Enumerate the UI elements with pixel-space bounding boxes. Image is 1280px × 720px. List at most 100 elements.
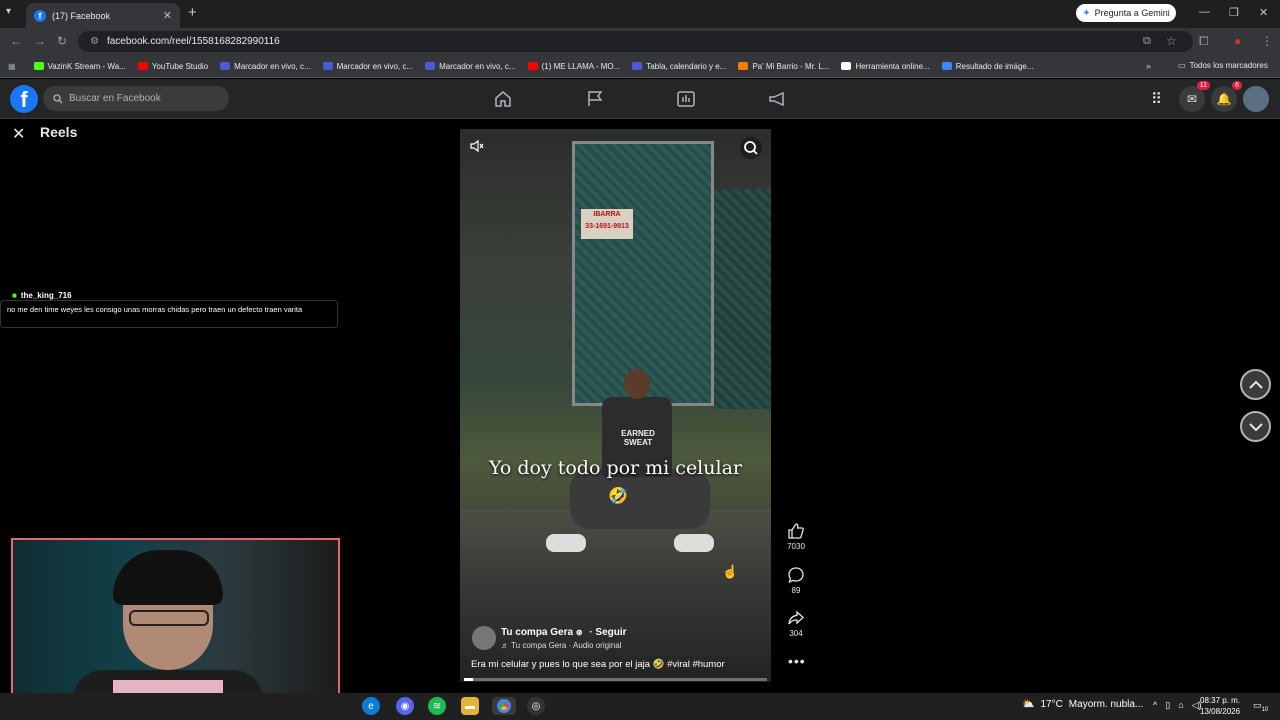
extensions-icon[interactable]: ⧠ bbox=[1199, 34, 1209, 49]
post-caption: Era mi celular y pues lo que sea por el … bbox=[471, 659, 725, 670]
author-avatar[interactable] bbox=[472, 626, 496, 650]
author-name[interactable]: Tu compa Gera ⊛ · Seguir bbox=[501, 627, 627, 638]
system-clock[interactable]: 08:37 p. m. 13/08/2026 bbox=[1200, 695, 1240, 717]
gemini-button[interactable]: ✦ Pregunta a Gemini bbox=[1076, 4, 1176, 22]
audio-info[interactable]: ♬ Tu compa Gera · Audio original bbox=[501, 641, 622, 650]
fence-image bbox=[714, 189, 771, 409]
facebook-logo[interactable]: f bbox=[10, 85, 38, 113]
network-icon[interactable]: ⌂ bbox=[1178, 700, 1183, 711]
account-avatar[interactable] bbox=[1243, 86, 1269, 112]
close-tab-icon[interactable]: ✕ bbox=[163, 9, 172, 22]
bookmark-item[interactable]: (1) ME LLAMA - MO... bbox=[527, 62, 620, 71]
like-button[interactable]: 7030 bbox=[783, 522, 809, 551]
chrome-icon[interactable] bbox=[492, 697, 516, 715]
bookmark-favicon-icon bbox=[738, 62, 749, 70]
megaphone-icon[interactable] bbox=[768, 91, 786, 107]
bookmark-label: VazinK Stream - Wa... bbox=[47, 61, 126, 71]
discord-icon[interactable]: ◉ bbox=[396, 697, 414, 715]
video-text-overlay: Yo doy todo por mi celular bbox=[488, 457, 742, 479]
home-icon[interactable] bbox=[494, 91, 512, 107]
comment-count: 89 bbox=[791, 586, 801, 595]
tray-chevron-icon[interactable]: ^ bbox=[1153, 700, 1157, 711]
forward-icon[interactable]: → bbox=[34, 34, 46, 48]
music-note-icon: ♬ bbox=[501, 641, 509, 650]
next-reel-button[interactable] bbox=[1240, 411, 1271, 442]
video-search-button[interactable] bbox=[740, 137, 762, 159]
back-icon[interactable]: ← bbox=[10, 34, 22, 48]
search-icon bbox=[744, 141, 758, 155]
reload-icon[interactable]: ↻ bbox=[57, 34, 67, 48]
audio-text: Tu compa Gera · Audio original bbox=[511, 641, 622, 650]
chevron-down-icon bbox=[1248, 422, 1263, 431]
weather-text: Mayorm. nubla... bbox=[1068, 699, 1144, 710]
notification-center-icon[interactable]: ▭10 bbox=[1253, 700, 1268, 713]
mute-button[interactable] bbox=[470, 139, 492, 159]
spotify-icon[interactable]: ≋ bbox=[428, 697, 446, 715]
bookmark-item[interactable]: Tabla, calendario y e... bbox=[632, 62, 726, 71]
more-options-icon[interactable]: ••• bbox=[788, 653, 806, 669]
restore-icon[interactable]: ❐ bbox=[1229, 6, 1239, 19]
menu-grid-icon[interactable]: ⠿ bbox=[1151, 90, 1162, 108]
verified-icon: ⊛ bbox=[575, 628, 583, 637]
facebook-favicon-icon: f bbox=[34, 9, 46, 22]
folder-icon: ▭ bbox=[1178, 61, 1186, 70]
video-progress-fill bbox=[464, 678, 474, 681]
notifications-button[interactable]: 🔔 6 bbox=[1211, 81, 1242, 112]
ads-manager-icon[interactable] bbox=[677, 91, 695, 107]
like-count: 7030 bbox=[787, 542, 805, 551]
more-bookmarks-icon[interactable]: » bbox=[1146, 61, 1151, 71]
follow-button[interactable]: · Seguir bbox=[589, 627, 626, 638]
chevron-up-icon bbox=[1248, 380, 1263, 389]
bookmark-item[interactable]: Herramienta online... bbox=[841, 61, 930, 71]
weather-widget[interactable]: ⛅ 17°C Mayorm. nubla... bbox=[1022, 699, 1143, 710]
messenger-button[interactable]: ✉ 11 bbox=[1179, 81, 1210, 112]
bookmark-favicon-icon bbox=[632, 62, 643, 70]
install-app-icon[interactable]: ⧉ bbox=[1143, 35, 1151, 48]
notification-count: 10 bbox=[1261, 706, 1269, 713]
bookmark-item[interactable]: Resultado de imáge... bbox=[941, 62, 1034, 71]
sign-text: IBARRA 33-1691-9913 bbox=[585, 211, 629, 230]
facebook-search-input[interactable]: Buscar en Facebook bbox=[43, 86, 229, 111]
bookmark-item[interactable]: YouTube Studio bbox=[137, 62, 208, 71]
bookmark-favicon-icon bbox=[841, 62, 852, 70]
video-progress-bar[interactable] bbox=[464, 678, 767, 681]
previous-reel-button[interactable] bbox=[1240, 369, 1271, 400]
streamer-glasses bbox=[129, 610, 209, 626]
comment-button[interactable]: 89 bbox=[783, 566, 809, 595]
profile-icon[interactable]: ● bbox=[1234, 34, 1241, 48]
bookmark-item[interactable]: Pa' Mi Barrio - Mr. L... bbox=[738, 62, 829, 71]
tray-app-icon[interactable]: ▯ bbox=[1165, 700, 1170, 711]
bookmark-item[interactable]: Marcador en vivo, c... bbox=[220, 62, 311, 71]
bookmark-item[interactable]: Marcador en vivo, c... bbox=[425, 62, 516, 71]
browser-tab[interactable]: f (17) Facebook ✕ bbox=[26, 3, 180, 28]
bookmark-item[interactable]: VazinK Stream - Wa... bbox=[33, 61, 126, 71]
system-tray[interactable]: ^ ▯ ⌂ ◁) bbox=[1153, 700, 1202, 711]
menu-icon[interactable]: ⋮ bbox=[1261, 34, 1273, 48]
bookmark-item[interactable]: Marcador en vivo, c... bbox=[322, 62, 413, 71]
bookmark-star-icon[interactable]: ☆ bbox=[1166, 34, 1177, 48]
address-bar[interactable]: ⚙ facebook.com/reel/1558168282990116 bbox=[78, 31, 1193, 52]
bell-icon: 🔔 bbox=[1216, 92, 1232, 106]
weather-cloud-icon: ⛅ bbox=[1022, 699, 1035, 710]
obs-icon[interactable]: ◎ bbox=[527, 697, 545, 715]
pages-flag-icon[interactable] bbox=[586, 91, 604, 107]
all-bookmarks-folder[interactable]: ▭ Todos los marcadores bbox=[1178, 61, 1268, 70]
tab-search-icon[interactable]: ▾ bbox=[6, 6, 11, 17]
gate-sign: IBARRA 33-1691-9913 bbox=[581, 209, 633, 239]
all-bookmarks-label: Todos los marcadores bbox=[1189, 61, 1268, 70]
bookmarks-bar: ▦ VazinK Stream - Wa... YouTube Studio Mar… bbox=[0, 55, 1280, 78]
close-reels-icon[interactable]: ✕ bbox=[12, 124, 25, 144]
share-button[interactable]: 304 bbox=[783, 609, 809, 638]
window-close-icon[interactable]: ✕ bbox=[1259, 6, 1268, 19]
edge-icon[interactable]: e bbox=[362, 697, 380, 715]
bookmark-favicon-icon bbox=[137, 62, 148, 70]
apps-icon[interactable]: ▦ bbox=[8, 62, 16, 71]
reel-video[interactable]: IBARRA 33-1691-9913 EARNED SWEAT Yo doy … bbox=[460, 129, 771, 682]
file-explorer-icon[interactable]: ▬ bbox=[461, 697, 479, 715]
bookmark-label: Herramienta online... bbox=[855, 61, 930, 71]
new-tab-button[interactable]: + bbox=[188, 4, 197, 21]
minimize-icon[interactable]: — bbox=[1199, 6, 1210, 18]
site-info-icon[interactable]: ⚙ bbox=[90, 36, 99, 47]
bookmark-label: Tabla, calendario y e... bbox=[646, 61, 727, 71]
author-name-text[interactable]: Tu compa Gera bbox=[501, 627, 573, 638]
